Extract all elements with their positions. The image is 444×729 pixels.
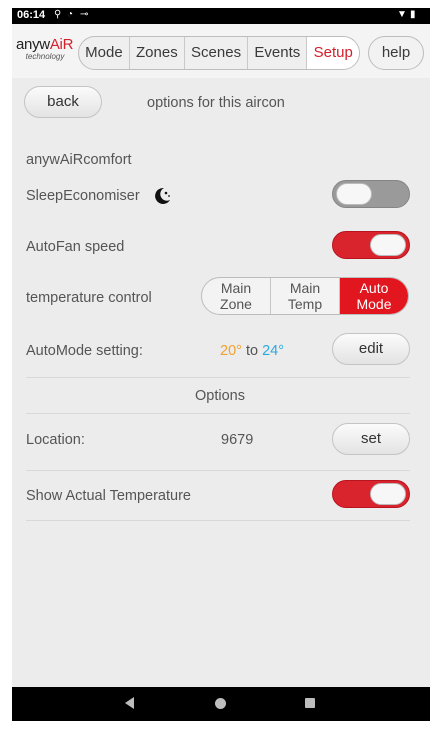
help-button[interactable]: help	[368, 36, 424, 70]
option-auto-mode[interactable]: Auto Mode	[340, 278, 408, 314]
section-title: anywAiRcomfort	[26, 152, 132, 168]
battery-icon: ▮	[410, 9, 416, 20]
divider	[26, 470, 410, 471]
location-label: Location:	[26, 432, 85, 448]
tab-mode[interactable]: Mode	[79, 37, 130, 69]
show-actual-temperature-label: Show Actual Temperature	[26, 488, 191, 504]
divider	[26, 413, 410, 414]
divider	[26, 520, 410, 521]
automode-label: AutoMode setting:	[26, 343, 143, 359]
anywair-logo: anywAiR technology	[16, 36, 74, 61]
divider	[26, 377, 410, 378]
options-header: Options	[195, 388, 245, 404]
nav-recents-icon[interactable]	[305, 698, 315, 708]
top-bar: anywAiR technology Mode Zones Scenes Eve…	[12, 24, 430, 78]
automode-to: to	[245, 343, 259, 359]
edit-button[interactable]: edit	[332, 333, 410, 365]
temperature-control-segmented: Main Zone Main Temp Auto Mode	[201, 277, 409, 315]
option-main-zone[interactable]: Main Zone	[202, 278, 271, 314]
autofan-toggle[interactable]	[332, 231, 410, 259]
sleep-economiser-toggle[interactable]	[332, 180, 410, 208]
status-bar: 06:14 ⚲ ◔ ⊸ ▼ ▮	[12, 8, 430, 24]
option-main-temp[interactable]: Main Temp	[271, 278, 340, 314]
nav-home-icon[interactable]	[215, 698, 226, 709]
tab-zones[interactable]: Zones	[130, 37, 185, 69]
location-value: 9679	[221, 432, 254, 448]
app-screen: 06:14 ⚲ ◔ ⊸ ▼ ▮ anywAiR technology Mode …	[12, 8, 430, 721]
set-location-button[interactable]: set	[332, 423, 410, 455]
tab-scenes[interactable]: Scenes	[185, 37, 249, 69]
sleep-economiser-label: SleepEconomiser	[26, 188, 140, 204]
main-tabs: Mode Zones Scenes Events Setup	[78, 36, 360, 70]
show-actual-temperature-toggle[interactable]	[332, 480, 410, 508]
toggle-knob	[370, 483, 406, 505]
back-button[interactable]: back	[24, 86, 102, 118]
moon-stars-icon	[155, 187, 170, 204]
signal-icon: ⊸	[80, 9, 89, 20]
automode-low-temp: 20°	[220, 343, 242, 359]
wifi-icon: ▼	[397, 9, 407, 20]
logo-tagline: technology	[25, 52, 65, 61]
toggle-knob	[336, 183, 372, 205]
automode-range: 20° to 24°	[220, 343, 284, 359]
clock-icon: ◔	[67, 9, 74, 20]
logo-accent: AiR	[49, 36, 74, 53]
page-title: options for this aircon	[147, 95, 285, 111]
toggle-knob	[370, 234, 406, 256]
android-nav-bar	[12, 687, 430, 721]
logo-text: anyw	[16, 36, 50, 53]
automode-high-temp: 24°	[262, 343, 285, 359]
tab-setup[interactable]: Setup	[307, 37, 359, 69]
temperature-control-label: temperature control	[26, 290, 152, 306]
status-time: 06:14	[17, 9, 46, 21]
notification-icon: ⚲	[54, 9, 62, 20]
autofan-label: AutoFan speed	[26, 239, 125, 255]
tab-events[interactable]: Events	[248, 37, 308, 69]
nav-back-icon[interactable]	[125, 697, 134, 709]
